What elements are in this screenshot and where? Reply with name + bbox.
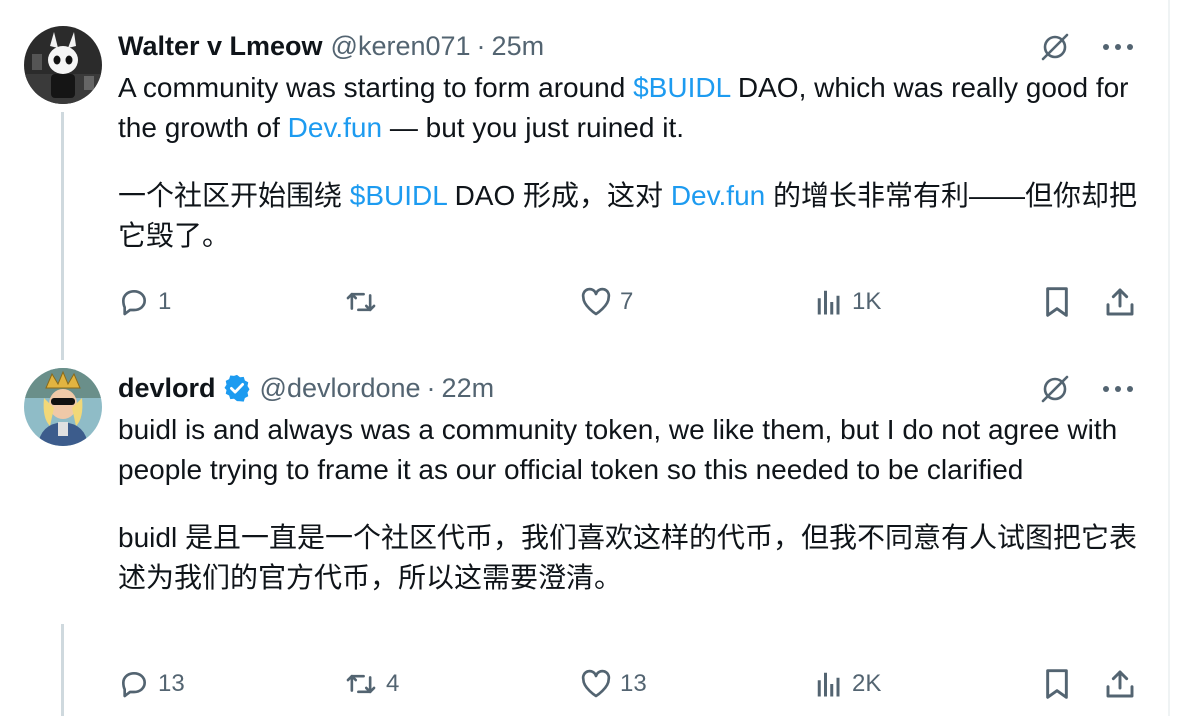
tweet-actions: 1 7 1K — [118, 282, 1138, 322]
bookmark-icon — [1046, 287, 1068, 317]
like-button[interactable]: 13 — [580, 664, 647, 704]
more-icon[interactable] — [1102, 385, 1134, 393]
tweet[interactable]: devlord @devlordone · 22m buidl is and a… — [0, 360, 1168, 716]
author-handle[interactable]: @keren071 — [331, 31, 471, 62]
share-button[interactable] — [1104, 664, 1136, 704]
repost-button[interactable]: 4 — [344, 664, 399, 704]
header-actions — [1038, 372, 1134, 406]
cashtag-link[interactable]: $BUIDL — [350, 180, 447, 211]
grok-icon[interactable] — [1038, 30, 1072, 64]
avatar[interactable] — [24, 368, 102, 446]
views-button[interactable]: 1K — [814, 282, 881, 322]
author-handle[interactable]: @devlordone — [260, 373, 421, 404]
reply-button[interactable]: 1 — [118, 282, 171, 322]
author-name[interactable]: Walter v Lmeow — [118, 31, 323, 62]
tweet-text-english: A community was starting to form around … — [118, 72, 1129, 143]
bookmark-icon — [1046, 669, 1068, 699]
views-icon — [817, 290, 840, 315]
reply-button[interactable]: 13 — [118, 664, 185, 704]
repost-icon — [346, 674, 376, 694]
reply-icon — [122, 672, 146, 698]
url-link[interactable]: Dev.fun — [671, 180, 765, 211]
verified-badge-icon[interactable] — [222, 373, 252, 403]
more-icon[interactable] — [1102, 43, 1134, 51]
timestamp[interactable]: 25m — [492, 31, 545, 62]
share-icon — [1106, 288, 1134, 316]
separator-dot: · — [476, 30, 486, 61]
header-actions — [1038, 30, 1134, 64]
timeline-border — [1168, 0, 1170, 716]
tweet-actions: 13 4 13 2K — [118, 664, 1138, 704]
repost-icon — [346, 292, 376, 312]
like-icon — [581, 287, 611, 316]
reply-icon — [122, 290, 146, 316]
like-icon — [581, 669, 611, 698]
tweet-text-english: buidl is and always was a community toke… — [118, 414, 1118, 485]
bookmark-button[interactable] — [1042, 282, 1072, 322]
tweet-header: devlord @devlordone · 22m — [118, 368, 494, 408]
views-icon — [817, 672, 840, 697]
tweet-header: Walter v Lmeow @keren071 · 25m — [118, 26, 544, 66]
separator-dot: · — [426, 372, 436, 403]
tweet[interactable]: Walter v Lmeow @keren071 · 25m A communi… — [0, 0, 1168, 360]
like-button[interactable]: 7 — [580, 282, 633, 322]
bookmark-button[interactable] — [1042, 664, 1072, 704]
url-link[interactable]: Dev.fun — [288, 112, 382, 143]
tweet-text-chinese: 一个社区开始围绕 $BUIDL DAO 形成，这对 Dev.fun 的增长非常有… — [118, 180, 1138, 251]
share-button[interactable] — [1104, 282, 1136, 322]
grok-icon[interactable] — [1038, 372, 1072, 406]
share-icon — [1106, 670, 1134, 698]
tweet-text-chinese: buidl 是且一直是一个社区代币，我们喜欢这样的代币，但我不同意有人试图把它表… — [118, 522, 1137, 593]
tweet-text: buidl is and always was a community toke… — [118, 410, 1148, 598]
author-name[interactable]: devlord — [118, 373, 216, 404]
avatar[interactable] — [24, 26, 102, 104]
tweet-text: A community was starting to form around … — [118, 68, 1148, 256]
timestamp[interactable]: 22m — [442, 373, 495, 404]
cashtag-link[interactable]: $BUIDL — [633, 72, 730, 103]
repost-button[interactable] — [344, 282, 386, 322]
views-button[interactable]: 2K — [814, 664, 881, 704]
